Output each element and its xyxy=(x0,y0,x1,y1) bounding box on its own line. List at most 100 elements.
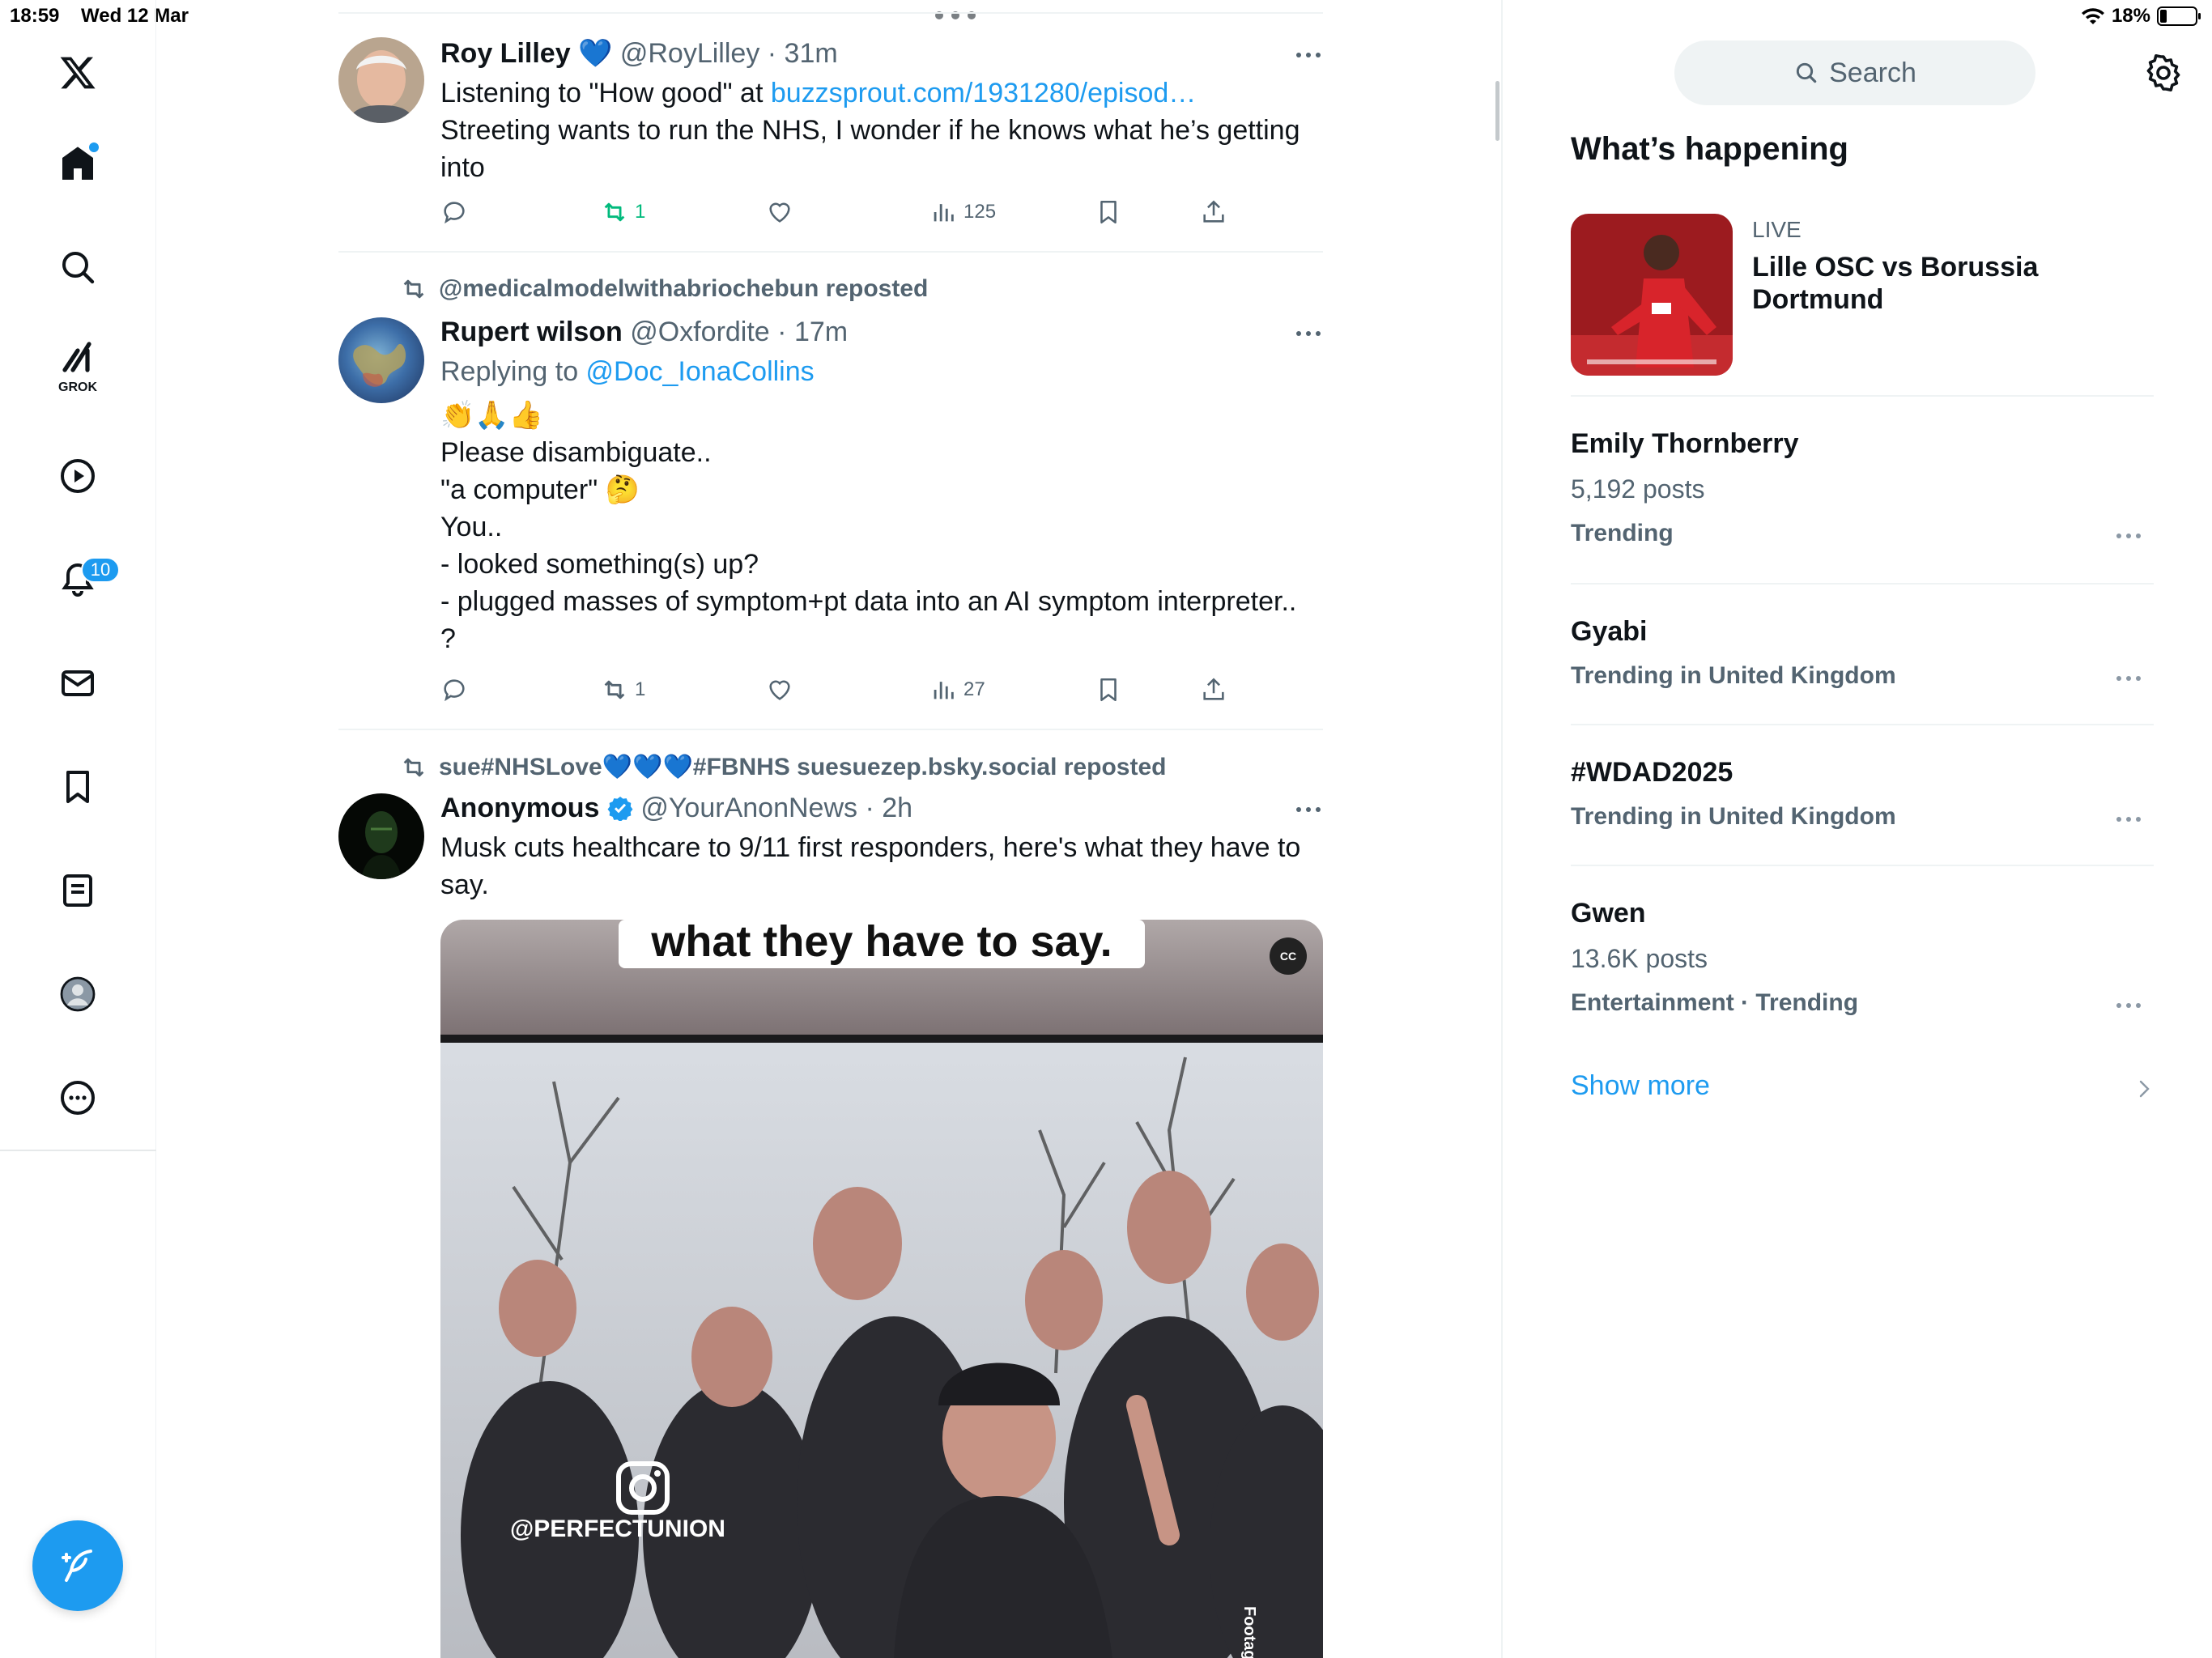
verified-badge-icon xyxy=(607,797,633,823)
more-circle-icon xyxy=(61,1081,95,1115)
nav-messages[interactable] xyxy=(45,651,110,716)
share-button[interactable] xyxy=(1200,194,1227,230)
feed-top-divider xyxy=(338,12,1323,14)
replying-to-handle[interactable]: @Doc_IonaCollins xyxy=(586,356,815,387)
tweet-text-line2: Streeting wants to run the NHS, I wonder… xyxy=(440,115,1300,183)
nav-more[interactable] xyxy=(45,1065,110,1130)
views-chart-icon xyxy=(934,204,954,222)
trend-name: Gwen xyxy=(1571,898,1646,929)
profile-avatar-icon xyxy=(60,976,96,1012)
tweet-video[interactable]: what they have to say. CC @PERFECTUNION … xyxy=(440,920,1323,1658)
trend-item[interactable]: #WDAD2025 Trending in United Kingdom xyxy=(1571,755,2154,834)
nav-profile[interactable] xyxy=(45,962,110,1027)
like-button[interactable] xyxy=(766,672,793,708)
author-name[interactable]: Rupert wilson xyxy=(440,317,623,347)
heart-emoji: 💙 xyxy=(578,38,613,69)
more-options-icon[interactable] xyxy=(2115,813,2142,826)
share-icon xyxy=(1203,200,1224,223)
video-watermark: @PERFECTUNION xyxy=(510,1516,725,1542)
bookmark-button[interactable] xyxy=(1095,672,1122,708)
nav-divider xyxy=(0,1150,156,1151)
tweet-card[interactable]: Rupert wilson @Oxfordite · 17m Replying … xyxy=(338,314,1323,670)
reply-icon xyxy=(444,679,465,702)
nav-bookmarks[interactable] xyxy=(45,755,110,819)
like-button[interactable] xyxy=(766,194,793,230)
nav-explore[interactable] xyxy=(45,235,110,300)
trend-divider xyxy=(1571,395,2154,397)
tweet-text: Listening to "How good" at buzzsprout.co… xyxy=(440,74,1323,186)
nav-notifications[interactable]: 10 xyxy=(45,547,120,612)
more-options-icon[interactable] xyxy=(1294,47,1323,63)
repost-icon xyxy=(403,279,424,299)
tweet-text-line: You.. xyxy=(440,512,503,542)
bookmark-button[interactable] xyxy=(1095,194,1122,230)
tweet-text: Musk cuts healthcare to 9/11 first respo… xyxy=(440,832,1301,900)
tweet-time[interactable]: 31m xyxy=(785,38,838,69)
video-frame xyxy=(440,920,1323,1658)
more-options-icon[interactable] xyxy=(1294,801,1323,818)
tweet-text-line: - looked something(s) up? xyxy=(440,549,759,580)
share-icon xyxy=(1203,678,1224,700)
tweet-link[interactable]: buzzsprout.com/1931280/episod… xyxy=(771,78,1196,108)
avatar[interactable] xyxy=(338,793,424,879)
share-button[interactable] xyxy=(1200,672,1227,708)
live-event-card[interactable]: LIVE Lille OSC vs Borussia Dortmund xyxy=(1571,214,2154,376)
cc-label: CC xyxy=(1279,950,1297,963)
more-options-icon[interactable] xyxy=(2115,672,2142,685)
replying-to: Replying to @Doc_IonaCollins xyxy=(440,353,1323,390)
x-logo-icon[interactable] xyxy=(45,40,110,105)
author-name[interactable]: Anonymous xyxy=(440,793,599,823)
repost-attribution-text: @medicalmodelwithabriochebun reposted xyxy=(439,275,929,302)
gear-icon[interactable] xyxy=(2144,53,2183,92)
nav-video[interactable] xyxy=(45,444,110,508)
views-button[interactable]: 125 xyxy=(929,194,996,230)
notifications-badge: 10 xyxy=(81,557,120,583)
search-input[interactable]: Search xyxy=(1674,40,2035,105)
multitasking-dots-icon[interactable] xyxy=(931,8,980,23)
repost-button[interactable]: 1 xyxy=(601,194,645,230)
tweet-emojis: 👏🙏👍 xyxy=(440,400,544,431)
repost-attribution[interactable]: @medicalmodelwithabriochebun reposted xyxy=(400,275,928,303)
tweet-time[interactable]: 2h xyxy=(882,793,912,823)
author-handle[interactable]: @RoyLilley xyxy=(620,38,759,69)
repost-icon xyxy=(604,202,625,222)
tweet-header: Anonymous @YourAnonNews · 2h xyxy=(440,793,913,823)
views-button[interactable]: 27 xyxy=(929,672,985,708)
scrollbar-thumb[interactable] xyxy=(1495,81,1499,141)
author-handle[interactable]: @Oxfordite xyxy=(630,317,769,347)
heart-icon xyxy=(769,680,790,700)
views-chart-icon xyxy=(934,682,954,699)
bookmark-icon xyxy=(1100,200,1117,224)
home-unread-dot xyxy=(89,142,99,152)
trend-item[interactable]: Emily Thornberry 5,192 posts Trending xyxy=(1571,426,2154,551)
repost-button[interactable]: 1 xyxy=(601,672,645,708)
more-options-icon[interactable] xyxy=(2115,529,2142,542)
nav-grok[interactable]: GROK xyxy=(45,332,110,397)
cc-button[interactable]: CC xyxy=(1270,937,1307,975)
play-circle-icon xyxy=(61,459,95,493)
repost-icon xyxy=(604,680,625,699)
trend-divider xyxy=(1571,583,2154,585)
trend-name: Gyabi xyxy=(1571,616,1648,647)
show-more-link[interactable]: Show more xyxy=(1571,1070,1710,1102)
author-name[interactable]: Roy Lilley xyxy=(440,38,571,69)
right-sidebar: Search What’s happening LIVE Lille OSC v… xyxy=(1504,0,2212,1658)
trend-item[interactable]: Gyabi Trending in United Kingdom xyxy=(1571,614,2154,693)
tweet-header: Roy Lilley 💙 @RoyLilley · 31m xyxy=(440,38,838,69)
avatar[interactable] xyxy=(338,37,424,123)
more-options-icon[interactable] xyxy=(2115,999,2142,1012)
avatar[interactable] xyxy=(338,317,424,403)
bookmark-icon xyxy=(66,771,89,803)
trend-divider xyxy=(1571,724,2154,725)
trend-item[interactable]: Gwen 13.6K posts Entertainment · Trendin… xyxy=(1571,895,2154,1020)
compose-button[interactable] xyxy=(32,1520,123,1611)
nav-home[interactable] xyxy=(45,131,110,196)
reply-button[interactable] xyxy=(440,672,468,708)
repost-attribution[interactable]: sue#NHSLove💙💙💙#FBNHS suesuezep.bsky.soci… xyxy=(400,753,1166,781)
author-handle[interactable]: @YourAnonNews xyxy=(640,793,857,823)
nav-lists[interactable] xyxy=(45,858,110,923)
tweet-time[interactable]: 17m xyxy=(794,317,848,347)
reply-button[interactable] xyxy=(440,194,468,230)
trend-meta: Trending in United Kingdom xyxy=(1571,662,1896,689)
more-options-icon[interactable] xyxy=(1294,325,1323,342)
